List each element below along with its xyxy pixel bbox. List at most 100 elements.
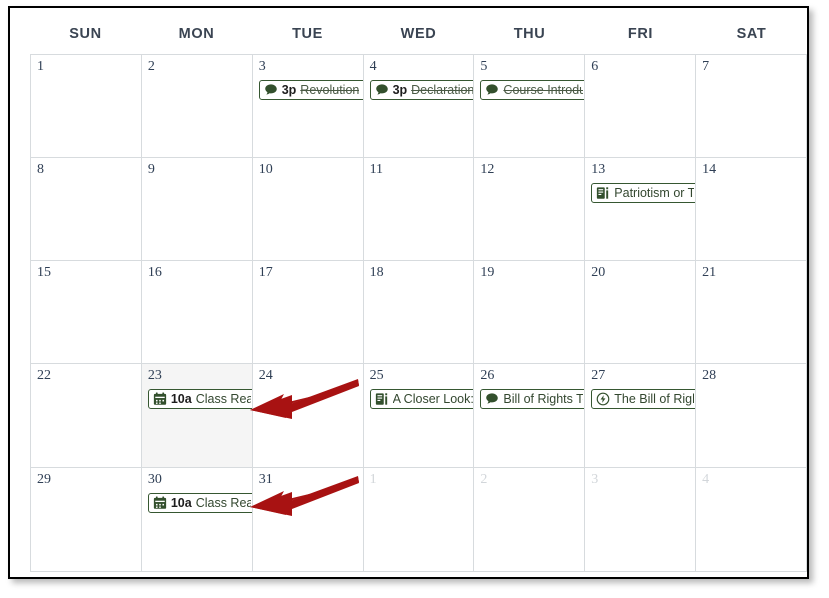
calendar-event[interactable]: The Bill of Righ (591, 389, 696, 409)
calendar-day-cell[interactable]: 5 Course Introdu (474, 55, 586, 158)
day-events: 3p Revolution (258, 80, 363, 100)
day-number: 15 (37, 265, 51, 280)
discussion-icon (485, 392, 499, 406)
assignment-icon (596, 186, 610, 200)
weekday-label-wed: WED (400, 26, 437, 42)
calendar-day-cell[interactable]: 12 (474, 158, 586, 261)
calendar-event[interactable]: 3p Declaration (369, 80, 474, 100)
weekday-label-mon: MON (178, 26, 215, 42)
event-time: 10a (170, 392, 192, 406)
calendar-day-cell[interactable]: 4 (696, 468, 807, 572)
calendar-day-cell[interactable]: 1 (363, 468, 475, 572)
calendar-event-icon (153, 496, 167, 510)
day-events: The Bill of Righ (591, 389, 696, 409)
calendar-day-cell[interactable]: 25 A Closer Look: (363, 364, 475, 468)
calendar-day-cell[interactable]: 8 (31, 158, 142, 261)
day-events: Course Introdu (480, 80, 585, 100)
weekday-label-thu: THU (513, 26, 546, 42)
calendar-day-cell[interactable]: 4 3p Declaration (363, 55, 475, 158)
day-number: 3 (258, 59, 266, 74)
calendar-event[interactable]: 10aClass Read (147, 389, 252, 409)
calendar-event[interactable]: Patriotism or T (591, 183, 696, 203)
day-number: 2 (147, 59, 155, 74)
day-number: 27 (591, 368, 606, 383)
day-number: 19 (480, 265, 495, 280)
calendar-event[interactable]: Course Introdu (480, 80, 585, 100)
calendar-day-cell[interactable]: 21 (696, 261, 807, 364)
calendar-day-cell[interactable]: 7 (696, 55, 807, 158)
calendar-day-cell[interactable]: 9 (141, 158, 253, 261)
calendar-day-cell[interactable]: 10 (252, 158, 364, 261)
day-number: 21 (702, 265, 717, 280)
calendar-day-cell[interactable]: 18 (363, 261, 475, 364)
day-number: 3 (591, 472, 599, 487)
calendar-day-cell[interactable]: 2 (474, 468, 586, 572)
calendar-event[interactable]: A Closer Look: (369, 389, 474, 409)
calendar-event[interactable]: 3p Revolution (258, 80, 363, 100)
day-number: 29 (37, 472, 51, 487)
calendar-event[interactable]: 10aClass Read (147, 493, 252, 513)
calendar-day-cell[interactable]: 15 (31, 261, 142, 364)
weekday-header-row: SUN MON TUE WED THU FRI SAT (30, 16, 807, 52)
event-title: Class Read (195, 496, 251, 510)
day-events: A Closer Look: (369, 389, 474, 409)
event-title: The Bill of Righ (614, 392, 695, 406)
day-events: 10aClass Read (147, 389, 252, 409)
day-number: 2 (480, 472, 488, 487)
event-title: A Closer Look: (392, 392, 473, 406)
calendar-day-cell[interactable]: 3 3p Revolution (252, 55, 364, 158)
day-number: 17 (258, 265, 273, 280)
day-number: 22 (37, 368, 51, 383)
day-number: 26 (480, 368, 495, 383)
calendar-screenshot: SUN MON TUE WED THU FRI SAT 1 2 3 3p Revolution 4 3p… (0, 0, 829, 598)
day-events: Bill of Rights To (480, 389, 585, 409)
calendar-day-cell[interactable]: 24 (252, 364, 364, 468)
day-number: 5 (480, 59, 488, 74)
calendar-day-cell[interactable]: 16 (141, 261, 253, 364)
day-number: 4 (369, 59, 377, 74)
day-number: 8 (37, 162, 44, 177)
day-number: 28 (702, 368, 717, 383)
calendar-day-cell[interactable]: 31 (252, 468, 364, 572)
weekday-label-fri: FRI (627, 26, 654, 42)
calendar-day-cell[interactable]: 3 (585, 468, 697, 572)
calendar-day-cell[interactable]: 22 (31, 364, 142, 468)
day-number: 1 (369, 472, 377, 487)
calendar-day-cell[interactable]: 20 (585, 261, 697, 364)
discussion-icon (375, 83, 389, 97)
calendar-day-cell[interactable]: 30 10aClass Read (141, 468, 253, 572)
day-number: 11 (369, 162, 384, 177)
day-events: 10aClass Read (147, 493, 252, 513)
weekday-label-tue: TUE (292, 26, 323, 42)
calendar-day-cell[interactable]: 27 The Bill of Righ (585, 364, 697, 468)
calendar-day-cell[interactable]: 6 (585, 55, 697, 158)
event-title: Bill of Rights To (503, 392, 584, 406)
event-time: 10a (170, 496, 192, 510)
calendar-day-cell[interactable]: 23 10aClass Read (141, 364, 253, 468)
event-title: Course Introdu (503, 83, 584, 97)
weekday-label-sun: SUN (69, 26, 102, 42)
day-number: 13 (591, 162, 606, 177)
calendar-day-cell[interactable]: 28 (696, 364, 807, 468)
day-number: 16 (147, 265, 162, 280)
event-title: Declaration (411, 83, 473, 97)
calendar-day-cell[interactable]: 2 (141, 55, 253, 158)
day-number: 14 (702, 162, 717, 177)
calendar-day-cell[interactable]: 11 (363, 158, 475, 261)
day-number: 30 (147, 472, 162, 487)
day-number: 24 (258, 368, 273, 383)
day-number: 20 (591, 265, 606, 280)
calendar-event[interactable]: Bill of Rights To (480, 389, 585, 409)
calendar-day-cell[interactable]: 1 (31, 55, 142, 158)
calendar-day-cell[interactable]: 19 (474, 261, 586, 364)
day-number: 6 (591, 59, 599, 74)
calendar-day-cell[interactable]: 17 (252, 261, 364, 364)
calendar-frame: SUN MON TUE WED THU FRI SAT 1 2 3 3p Revolution 4 3p… (8, 6, 809, 579)
calendar-day-cell[interactable]: 14 (696, 158, 807, 261)
calendar-day-cell[interactable]: 29 (31, 468, 142, 572)
event-time: 3p (392, 83, 408, 97)
calendar-day-cell[interactable]: 13 Patriotism or T (585, 158, 697, 261)
day-number: 10 (258, 162, 273, 177)
day-number: 25 (369, 368, 384, 383)
calendar-day-cell[interactable]: 26 Bill of Rights To (474, 364, 586, 468)
